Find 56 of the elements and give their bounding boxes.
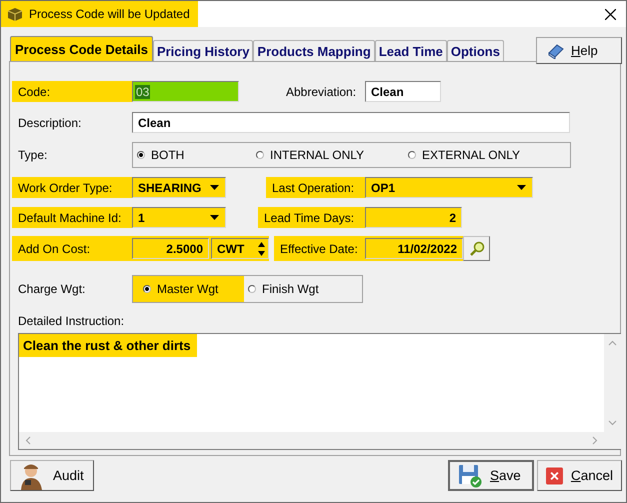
floppy-disk-icon <box>458 464 482 488</box>
field-label: Default Machine Id: <box>17 210 122 224</box>
field-label: Add On Cost: <box>17 242 92 256</box>
field-label: Charge Wgt: <box>17 282 86 296</box>
field-label: Type: <box>17 148 48 162</box>
dropdown-arrow-icon[interactable] <box>517 185 526 190</box>
field-label: Work Order Type: <box>17 180 114 194</box>
field-label: Abbreviation: <box>285 84 358 98</box>
instruction-text: Clean the rust & other dirts <box>19 334 197 357</box>
spinner-arrows-icon[interactable] <box>258 240 265 256</box>
radio-button[interactable]: INTERNAL ONLY <box>252 143 404 167</box>
help-button[interactable]: Help <box>536 37 622 64</box>
field-label: Detailed Instruction: <box>18 314 126 328</box>
dropdown-arrow-icon[interactable] <box>210 185 219 190</box>
lead-time-days-field[interactable]: 2 <box>365 207 462 228</box>
tab[interactable]: Pricing History <box>152 40 254 61</box>
audit-button[interactable]: Audit <box>10 460 94 491</box>
save-button[interactable]: Save <box>448 460 534 491</box>
field-label: Lead Time Days: <box>263 210 356 224</box>
dropdown-arrow-icon[interactable] <box>210 215 219 220</box>
radio-dot-icon[interactable] <box>408 151 416 159</box>
work-order-type-dropdown[interactable]: SHEARING <box>132 177 226 198</box>
radio-dot-icon[interactable] <box>137 151 145 159</box>
radio-button[interactable]: Finish Wgt <box>244 276 362 302</box>
radio-button[interactable]: Master Wgt <box>133 276 244 302</box>
search-icon <box>468 240 484 256</box>
tab[interactable]: Products Mapping <box>253 40 375 61</box>
radio-dot-icon[interactable] <box>256 151 264 159</box>
tab[interactable]: Process Code Details <box>10 36 153 61</box>
cancel-button[interactable]: Cancel <box>537 460 622 491</box>
search-button[interactable] <box>463 236 490 261</box>
machine-id-dropdown[interactable]: 1 <box>132 207 226 228</box>
close-icon[interactable] <box>605 8 616 20</box>
description-field[interactable]: Clean <box>132 112 570 133</box>
radio-button[interactable]: EXTERNAL ONLY <box>404 143 556 167</box>
radio-dot-icon[interactable] <box>248 285 256 293</box>
person-icon <box>19 462 45 490</box>
field-label: Last Operation: <box>271 180 356 194</box>
effective-date-field[interactable]: 11/02/2022 <box>365 238 463 259</box>
box-icon <box>7 7 23 21</box>
field-label: Effective Date: <box>279 242 359 256</box>
tab[interactable]: Lead Time <box>374 40 447 61</box>
tab[interactable]: Options <box>446 40 504 61</box>
last-operation-dropdown[interactable]: OP1 <box>365 177 533 198</box>
unit-spinner[interactable]: CWT <box>211 238 269 259</box>
book-icon <box>547 42 565 58</box>
close-icon <box>546 466 563 486</box>
field-label: Code: <box>17 84 52 98</box>
code-field[interactable]: 03 <box>132 81 239 102</box>
add-on-cost-field[interactable]: 2.5000 <box>132 238 209 259</box>
window-title: Process Code will be Updated <box>29 7 190 21</box>
radio-dot-icon[interactable] <box>143 285 151 293</box>
instruction-text-area[interactable]: Clean the rust & other dirts <box>18 333 621 450</box>
abbreviation-field[interactable]: Clean <box>365 81 441 102</box>
field-label: Description: <box>17 116 82 130</box>
radio-button[interactable]: BOTH <box>133 143 252 167</box>
